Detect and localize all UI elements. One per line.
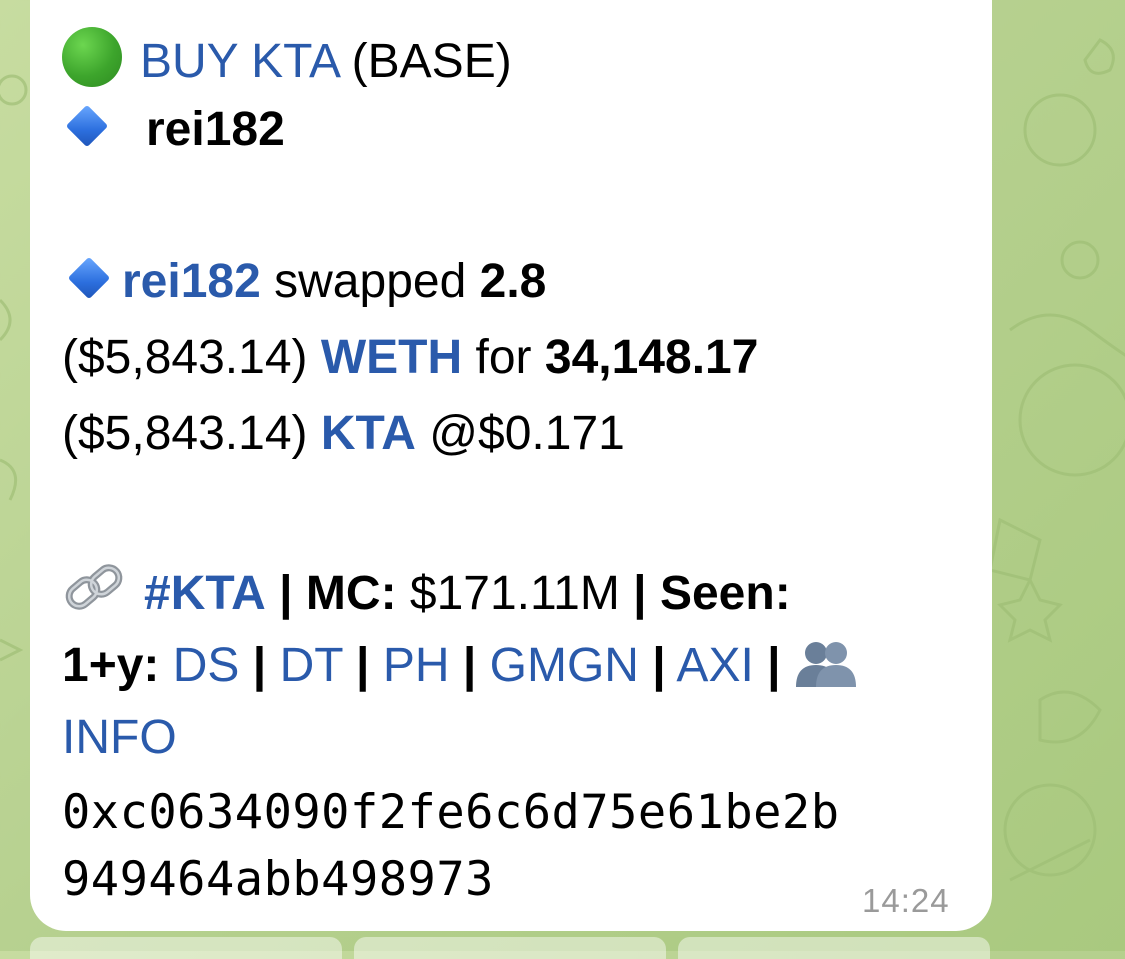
mc-label: MC	[305, 567, 381, 620]
hashtag-link[interactable]: #KTA	[144, 567, 266, 620]
green-circle-icon	[62, 27, 122, 87]
swap-verb: swapped	[274, 255, 467, 308]
inline-keyboard-strip	[0, 931, 1125, 959]
network-label: (BASE)	[351, 35, 512, 88]
swap-line-3: ($5,843.14) KTA @$0.171	[62, 410, 625, 458]
inline-button[interactable]	[354, 937, 666, 959]
separator: |	[652, 639, 666, 692]
blue-diamond-icon	[67, 256, 111, 300]
colon: :	[143, 639, 160, 692]
separator: |	[462, 639, 477, 692]
separator: |	[633, 567, 647, 620]
stats-line-1: #KTA | MC: $171.11M | Seen:	[62, 561, 791, 626]
link-dt[interactable]: DT	[280, 639, 343, 692]
buy-kta-link[interactable]: BUY KTA	[140, 35, 338, 88]
contract-address-line-1[interactable]: 0xc0634090f2fe6c6d75e61be2b	[62, 789, 840, 836]
wallet-line: rei182	[65, 103, 285, 156]
message-title: BUY KTA (BASE)	[62, 27, 512, 87]
separator: |	[279, 567, 293, 620]
colon: :	[774, 567, 791, 620]
swap-line-1: rei182 swapped 2.8	[67, 255, 547, 308]
contract-address-part-1[interactable]: 0xc0634090f2fe6c6d75e61be2b	[62, 785, 840, 840]
mc-value: $171.11M	[409, 567, 620, 620]
swap-line-2: ($5,843.14) WETH for 34,148.17	[62, 334, 758, 382]
token-out-link[interactable]: KTA	[321, 407, 416, 460]
colon: :	[380, 567, 397, 620]
inline-button[interactable]	[30, 937, 342, 959]
price: @$0.171	[429, 407, 625, 460]
contract-address-line-2[interactable]: 949464abb498973	[62, 856, 494, 903]
people-icon	[794, 637, 858, 698]
swap-user-link[interactable]: rei182	[122, 255, 261, 308]
link-gmgn[interactable]: GMGN	[490, 639, 639, 692]
value-out: ($5,843.14)	[62, 407, 308, 460]
inline-button[interactable]	[678, 937, 990, 959]
info-link[interactable]: INFO	[62, 711, 177, 764]
value-in: ($5,843.14)	[62, 331, 308, 384]
seen-label: Seen	[659, 567, 775, 620]
link-axi[interactable]: AXI	[676, 639, 753, 692]
contract-address-part-2[interactable]: 949464abb498973	[62, 852, 494, 907]
separator: |	[767, 639, 781, 692]
stats-line-2: 1+y: DS | DT | PH | GMGN | AXI |	[62, 637, 858, 698]
token-in-link[interactable]: WETH	[321, 331, 462, 384]
amount-out: 34,148.17	[544, 331, 759, 384]
wallet-name: rei182	[146, 103, 285, 156]
separator: |	[252, 639, 267, 692]
amount-in: 2.8	[479, 255, 547, 308]
separator: |	[356, 639, 370, 692]
link-icon	[62, 561, 128, 626]
info-line: INFO	[62, 714, 177, 762]
link-ph[interactable]: PH	[383, 639, 450, 692]
for-word: for	[475, 331, 532, 384]
blue-diamond-icon	[65, 104, 109, 148]
link-ds[interactable]: DS	[173, 639, 240, 692]
seen-value: 1+y	[62, 639, 144, 692]
message-timestamp: 14:24	[862, 882, 950, 919]
